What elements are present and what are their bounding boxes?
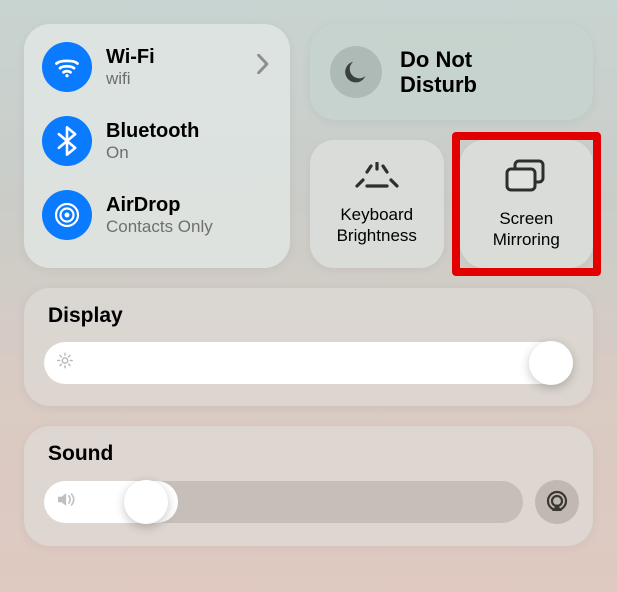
do-not-disturb-label: Do Not Disturb [400,47,477,98]
keyboard-brightness-icon [353,162,401,195]
wifi-icon [42,42,92,92]
keyboard-brightness-button[interactable]: Keyboard Brightness [310,140,444,268]
bluetooth-status: On [106,143,276,163]
wifi-row[interactable]: Wi-Fi wifi [42,42,276,92]
airplay-audio-button[interactable] [535,480,579,524]
speaker-icon [56,491,78,514]
airdrop-row[interactable]: AirDrop Contacts Only [42,190,276,240]
airdrop-title: AirDrop [106,194,276,217]
sound-volume-slider[interactable] [44,481,523,523]
sound-section: Sound [24,426,593,546]
airdrop-status: Contacts Only [106,217,276,237]
sun-icon [56,352,74,375]
airdrop-icon [42,190,92,240]
screen-mirroring-label: Screen Mirroring [493,209,560,249]
connectivity-card: Wi-Fi wifi Bluetooth On [24,24,290,268]
display-slider-knob[interactable] [529,341,573,385]
wifi-title: Wi-Fi [106,46,242,69]
display-brightness-slider[interactable] [44,342,573,384]
bluetooth-labels: Bluetooth On [106,120,276,163]
bluetooth-row[interactable]: Bluetooth On [42,116,276,166]
keyboard-brightness-label: Keyboard Brightness [337,205,417,245]
screen-mirroring-button[interactable]: Screen Mirroring [460,140,594,268]
display-section: Display [24,288,593,406]
right-column: Do Not Disturb Keyboard Bri [310,24,593,268]
top-row: Wi-Fi wifi Bluetooth On [24,24,593,268]
bluetooth-title: Bluetooth [106,120,276,143]
sound-title: Sound [44,442,579,466]
do-not-disturb-button[interactable]: Do Not Disturb [310,24,593,120]
tiles-row: Keyboard Brightness Screen Mirroring [310,140,593,268]
wifi-status: wifi [106,69,242,89]
screen-mirroring-icon [504,158,548,199]
display-title: Display [44,304,573,328]
bluetooth-icon [42,116,92,166]
airplay-icon [544,489,570,515]
chevron-right-icon [256,54,276,80]
sound-slider-knob[interactable] [124,480,168,524]
screen-mirroring-highlight: Screen Mirroring [460,140,594,268]
control-center-panel: Wi-Fi wifi Bluetooth On [2,2,615,590]
moon-icon [330,46,382,98]
airdrop-labels: AirDrop Contacts Only [106,194,276,237]
wifi-labels: Wi-Fi wifi [106,46,242,89]
